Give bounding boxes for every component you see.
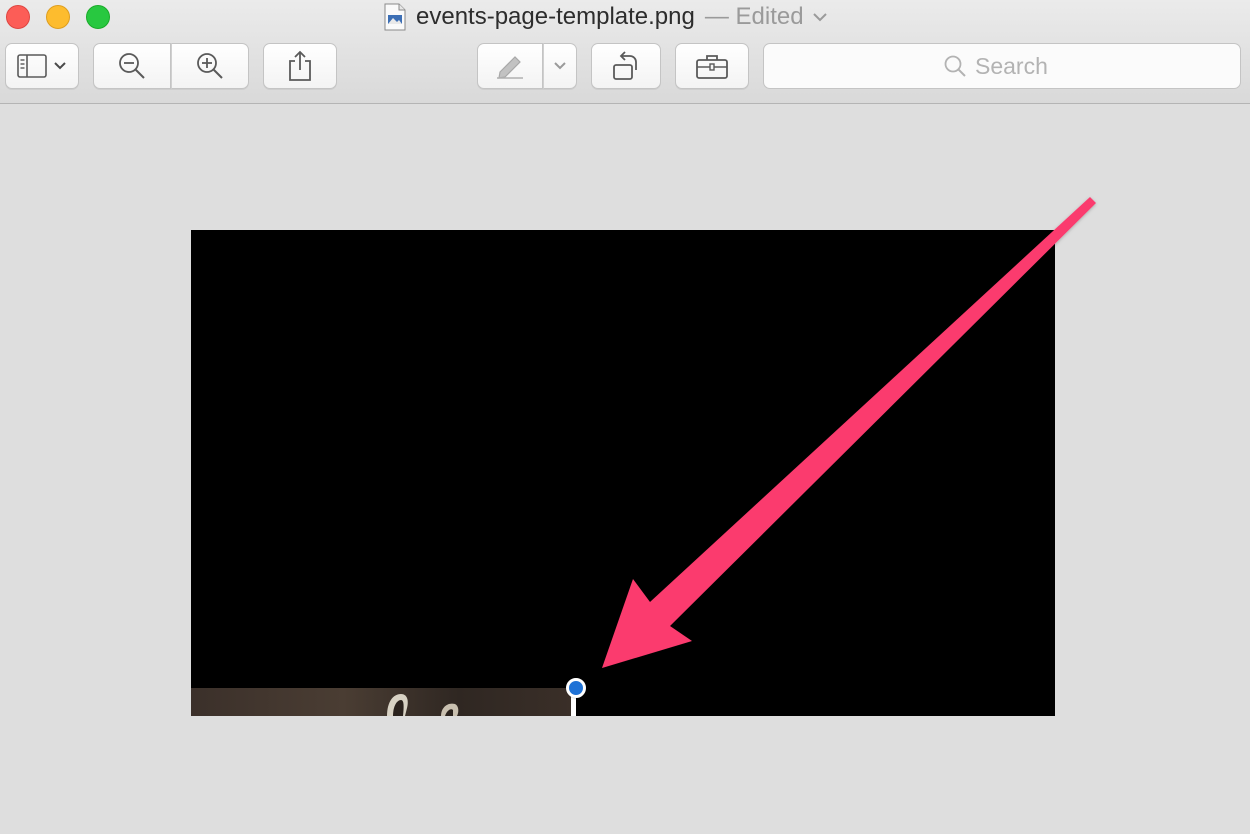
chevron-down-icon [554, 62, 566, 70]
zoom-in-icon [197, 53, 223, 79]
toolbox-icon [696, 55, 728, 79]
selection-handle[interactable] [566, 678, 586, 698]
rotate-left-icon [613, 51, 637, 80]
search-icon [944, 55, 966, 77]
sidebar-icon [17, 54, 47, 78]
png-document-icon [384, 3, 406, 31]
zoom-window-button[interactable] [86, 5, 110, 29]
document-view[interactable] [0, 104, 1250, 834]
chevron-down-icon [54, 62, 66, 70]
preview-window: events-page-template.png — Edited [0, 0, 1250, 834]
photo-detail [387, 694, 459, 716]
markup-pen-icon [497, 56, 523, 79]
search-field[interactable] [763, 43, 1241, 89]
window-title-filename: events-page-template.png [416, 3, 695, 30]
minimize-window-button[interactable] [46, 5, 70, 29]
search-input[interactable] [975, 52, 1061, 80]
zoom-out-icon [119, 53, 145, 79]
markup-button[interactable] [477, 43, 543, 89]
chevron-down-icon[interactable] [812, 11, 828, 23]
zoom-in-button[interactable] [171, 43, 249, 89]
share-icon [289, 50, 311, 81]
zoom-out-button[interactable] [93, 43, 171, 89]
toolbox-button[interactable] [675, 43, 749, 89]
image-canvas[interactable] [191, 230, 1055, 716]
rotate-button[interactable] [591, 43, 661, 89]
title-toolbar-area: events-page-template.png — Edited [0, 0, 1250, 104]
close-window-button[interactable] [6, 5, 30, 29]
markup-menu-button[interactable] [543, 43, 577, 89]
share-button[interactable] [263, 43, 337, 89]
sidebar-view-button[interactable] [5, 43, 79, 89]
window-title[interactable]: events-page-template.png — Edited [384, 0, 828, 34]
window-title-status: — Edited [704, 3, 804, 30]
